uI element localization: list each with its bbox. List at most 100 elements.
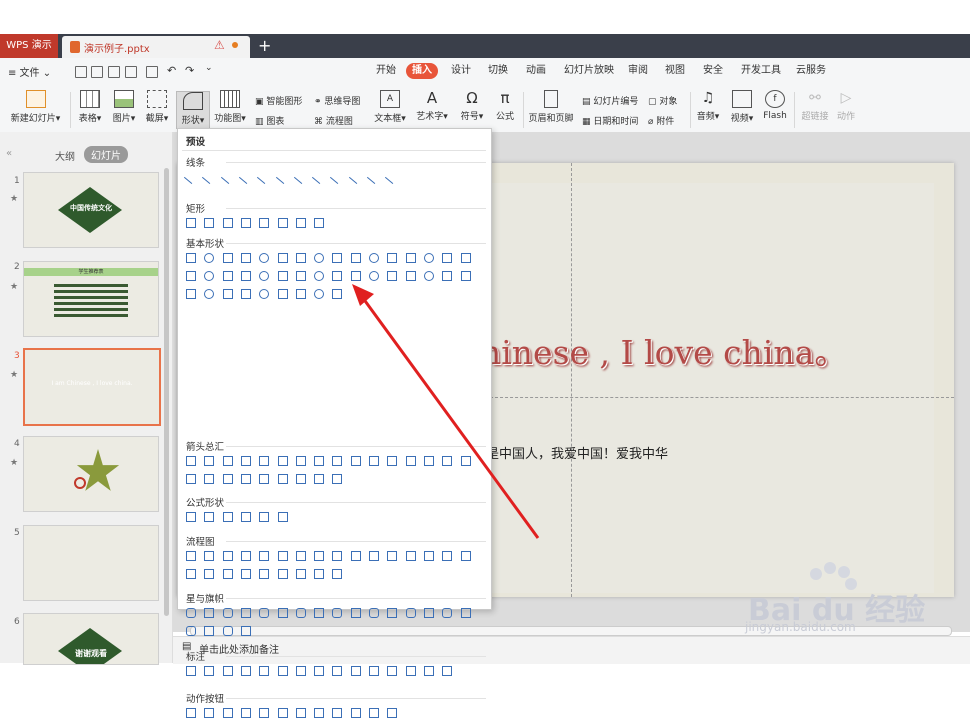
eq-shape-option[interactable] <box>186 512 196 522</box>
tab-security[interactable]: 安全 <box>697 63 729 79</box>
shape-shape-option[interactable] <box>222 271 233 281</box>
open-icon[interactable] <box>91 66 103 78</box>
tab-outline[interactable]: 大纲 <box>55 148 75 163</box>
shape-shape-option[interactable] <box>405 253 416 263</box>
star-shape-option[interactable] <box>423 608 434 618</box>
rect-shape-option[interactable] <box>240 218 251 228</box>
shape-shape-option[interactable] <box>350 253 361 263</box>
flow-shape-option[interactable] <box>222 551 233 561</box>
shape-shape-option[interactable] <box>442 253 453 263</box>
flow-shape-option[interactable] <box>405 551 416 561</box>
save-icon[interactable] <box>108 66 120 78</box>
tab-developer[interactable]: 开发工具 <box>735 63 787 79</box>
star-shape-option[interactable] <box>240 608 251 618</box>
chart-button[interactable]: ▥ 图表 <box>255 114 284 127</box>
slide-thumbnail-3[interactable]: I am Chinese , I love china. <box>23 348 161 426</box>
rect-shape-option[interactable] <box>277 218 288 228</box>
arrow-shape-option[interactable] <box>204 456 215 466</box>
document-tab[interactable]: 演示例子.pptx ⚠ <box>62 36 250 58</box>
arrow-shape-option[interactable] <box>186 474 196 484</box>
arrow-shape-option[interactable] <box>277 474 288 484</box>
star-shape-option[interactable] <box>295 608 306 618</box>
tab-design[interactable]: 设计 <box>445 63 477 79</box>
wps-app-tab[interactable]: WPS 演示 <box>0 34 58 58</box>
shape-shape-option[interactable] <box>295 289 306 299</box>
line-shape-option[interactable] <box>385 169 400 185</box>
tab-animation[interactable]: 动画 <box>520 63 552 79</box>
flow-shape-option[interactable] <box>204 569 215 579</box>
shape-shape-option[interactable] <box>186 289 196 299</box>
callout-shape-option[interactable] <box>423 666 434 676</box>
shape-shape-option[interactable] <box>240 253 251 263</box>
line-shape-option[interactable] <box>257 169 272 185</box>
star-shape-option[interactable] <box>204 626 215 636</box>
callout-shape-option[interactable] <box>204 666 215 676</box>
tab-insert[interactable]: 插入 <box>406 63 438 79</box>
callout-shape-option[interactable] <box>277 666 288 676</box>
attachment-button[interactable]: ⌀ 附件 <box>648 114 674 127</box>
star-shape-option[interactable] <box>314 608 325 618</box>
callout-shape-option[interactable] <box>405 666 416 676</box>
tab-transition[interactable]: 切换 <box>482 63 514 79</box>
action-shape-option[interactable] <box>350 708 361 718</box>
eq-shape-option[interactable] <box>240 512 251 522</box>
shape-shape-option[interactable] <box>314 271 325 281</box>
star-shape-option[interactable] <box>222 626 233 636</box>
action-button[interactable]: ▷ 动作 <box>834 90 858 122</box>
callout-shape-option[interactable] <box>442 666 453 676</box>
arrow-shape-option[interactable] <box>240 456 251 466</box>
audio-button[interactable]: ♫ 音频▾ <box>694 90 722 122</box>
action-shape-option[interactable] <box>240 708 251 718</box>
shape-shape-option[interactable] <box>295 271 306 281</box>
action-shape-option[interactable] <box>259 708 270 718</box>
star-shape-option[interactable] <box>240 626 251 636</box>
rect-shape-option[interactable] <box>222 218 233 228</box>
quick-access-more-icon[interactable]: ⌄ <box>205 63 213 73</box>
screenshot-button[interactable]: 截屏▾ <box>143 90 171 124</box>
textbox-button[interactable]: A 文本框▾ <box>372 90 408 124</box>
slide-number-button[interactable]: ▤ 幻灯片编号 <box>582 94 638 107</box>
flow-shape-option[interactable] <box>423 551 434 561</box>
arrow-shape-option[interactable] <box>259 474 270 484</box>
action-shape-option[interactable] <box>387 708 398 718</box>
shape-shape-option[interactable] <box>332 253 343 263</box>
star-shape-option[interactable] <box>186 626 196 636</box>
flow-shape-option[interactable] <box>186 569 196 579</box>
preview-icon[interactable] <box>146 66 158 78</box>
mind-map-button[interactable]: ⚭ 思维导图 <box>314 94 360 107</box>
shape-shape-option[interactable] <box>314 289 325 299</box>
rect-shape-option[interactable] <box>204 218 215 228</box>
line-shape-option[interactable] <box>366 169 382 185</box>
shape-shape-option[interactable] <box>369 253 379 263</box>
flow-shape-option[interactable] <box>277 551 288 561</box>
arrow-shape-option[interactable] <box>222 456 233 466</box>
line-shape-option[interactable] <box>312 169 327 185</box>
action-shape-option[interactable] <box>222 708 233 718</box>
line-shape-option[interactable] <box>202 169 217 185</box>
line-shape-option[interactable] <box>275 169 290 185</box>
shape-shape-option[interactable] <box>259 289 270 299</box>
flow-shape-option[interactable] <box>259 551 270 561</box>
shape-shape-option[interactable] <box>204 289 215 299</box>
line-shape-option[interactable] <box>293 169 308 185</box>
star-shape-option[interactable] <box>350 608 361 618</box>
tab-home[interactable]: 开始 <box>370 63 402 79</box>
eq-shape-option[interactable] <box>204 512 215 522</box>
tab-cloud[interactable]: 云服务 <box>790 63 832 79</box>
arrow-shape-option[interactable] <box>259 456 270 466</box>
slide-thumbnail-2[interactable]: 学生推荐表 <box>23 261 159 337</box>
arrow-shape-option[interactable] <box>295 456 306 466</box>
shape-shape-option[interactable] <box>222 289 233 299</box>
file-menu[interactable]: ≡ 文件 ⌄ <box>8 64 51 79</box>
flow-shape-option[interactable] <box>204 551 215 561</box>
star-shape-option[interactable] <box>442 608 453 618</box>
slide-thumbnail-6[interactable]: 谢谢观看 <box>23 613 159 665</box>
eq-shape-option[interactable] <box>277 512 288 522</box>
action-shape-option[interactable] <box>332 708 343 718</box>
star-shape-option[interactable] <box>204 608 215 618</box>
flowchart-button[interactable]: ⌘ 流程图 <box>314 114 353 127</box>
shape-shape-option[interactable] <box>460 253 471 263</box>
shape-shape-option[interactable] <box>204 253 215 263</box>
slide-thumbnail-1[interactable]: 中国传统文化 <box>23 172 159 248</box>
flow-shape-option[interactable] <box>240 551 251 561</box>
